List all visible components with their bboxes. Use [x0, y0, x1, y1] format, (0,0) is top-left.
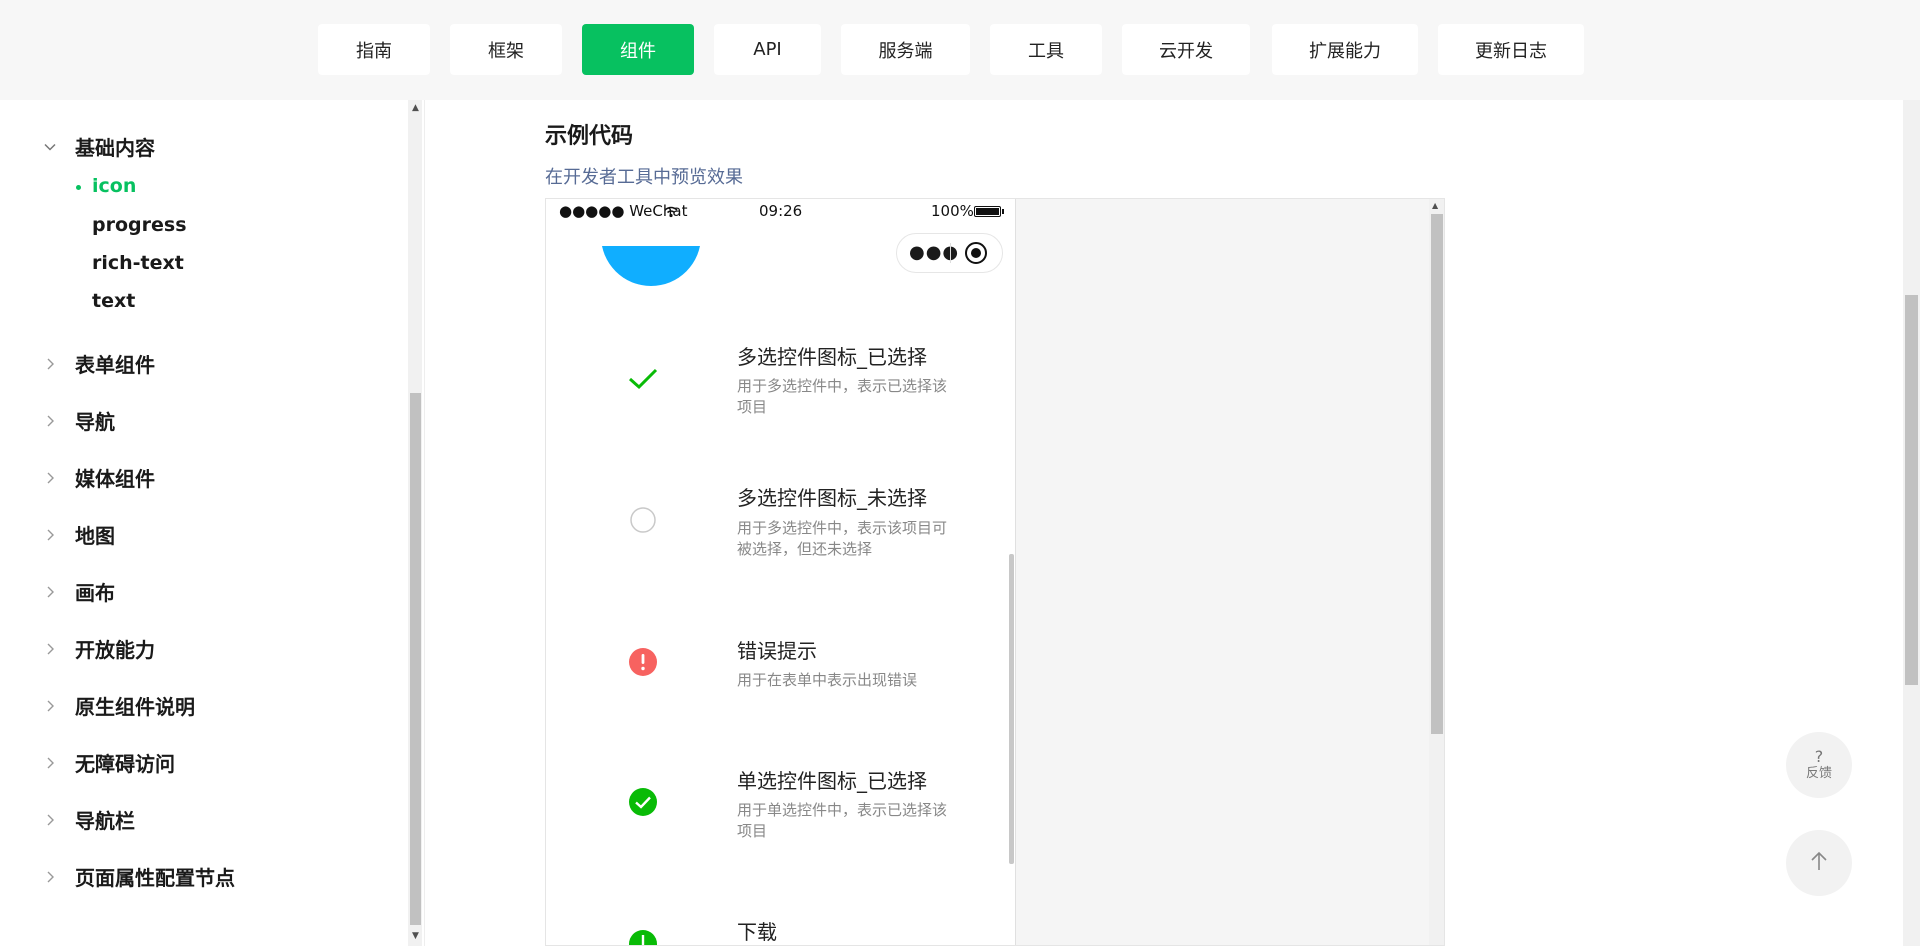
chevron-right-icon — [42, 869, 58, 885]
chevron-right-icon — [42, 356, 58, 372]
chevron-right-icon — [42, 812, 58, 828]
sidebar-group-open-ability[interactable]: 开放能力 — [42, 634, 155, 663]
sidebar-group-label: 画布 — [75, 581, 115, 605]
capsule-divider — [950, 243, 951, 263]
sidebar-item-rich-text[interactable]: rich-text — [92, 252, 184, 274]
sidebar-group-media[interactable]: 媒体组件 — [42, 463, 155, 492]
scroll-up-arrow-icon[interactable]: ▲ — [410, 102, 421, 114]
sidebar-group-label: 页面属性配置节点 — [75, 866, 235, 890]
status-bar: ●●●●● WeChat 09:26 100% — [546, 199, 1015, 223]
sidebar-group-label: 媒体组件 — [75, 467, 155, 491]
wifi-icon — [664, 204, 678, 222]
row-title: 多选控件图标_未选择 — [737, 486, 927, 510]
phone-scrollbar-thumb[interactable] — [1009, 554, 1014, 864]
tab-server[interactable]: 服务端 — [841, 24, 970, 75]
tab-guide[interactable]: 指南 — [318, 24, 430, 75]
feedback-button[interactable]: ? 反馈 — [1786, 732, 1852, 798]
sidebar-group-basic-content[interactable]: 基础内容 — [42, 132, 155, 161]
sidebar-group-label: 无障碍访问 — [75, 752, 175, 776]
sidebar-group-form[interactable]: 表单组件 — [42, 349, 155, 378]
sidebar-item-progress[interactable]: progress — [92, 214, 187, 236]
demo-frame: ●●●●● WeChat 09:26 100% ●●● 多选控件图标_已选择 用… — [545, 198, 1445, 946]
sidebar-group-page-meta[interactable]: 页面属性配置节点 — [42, 862, 235, 891]
arrow-up-icon — [1809, 850, 1829, 876]
tab-framework[interactable]: 框架 — [450, 24, 562, 75]
sidebar-group-navigation-bar[interactable]: 导航栏 — [42, 805, 135, 834]
sidebar-scrollbar-thumb[interactable] — [410, 393, 421, 925]
demo-scrollbar-thumb[interactable] — [1431, 214, 1443, 734]
warn-icon — [628, 647, 658, 677]
page-scrollbar-thumb[interactable] — [1905, 295, 1918, 685]
record-icon[interactable] — [965, 242, 987, 264]
back-to-top-button[interactable] — [1786, 830, 1852, 896]
battery-icon — [974, 206, 1001, 217]
section-title: 示例代码 — [545, 124, 634, 149]
sidebar-group-accessibility[interactable]: 无障碍访问 — [42, 748, 175, 777]
chevron-right-icon — [42, 413, 58, 429]
scroll-up-arrow-icon[interactable]: ▲ — [1432, 201, 1438, 210]
sidebar-group-label: 导航 — [75, 410, 115, 434]
scroll-down-arrow-icon[interactable]: ▼ — [410, 930, 421, 942]
chevron-right-icon — [42, 641, 58, 657]
tab-api[interactable]: API — [714, 24, 821, 75]
row-desc: 用于单选控件中，表示已选择该项目 — [737, 801, 948, 840]
chevron-right-icon — [42, 698, 58, 714]
sidebar-group-label: 地图 — [75, 524, 115, 548]
download-icon — [628, 929, 658, 945]
row-desc: 用于在表单中表示出现错误 — [737, 671, 918, 689]
sidebar-item-text[interactable]: text — [92, 290, 135, 312]
sidebar-group-label: 表单组件 — [75, 353, 155, 377]
preview-in-devtools-link[interactable]: 在开发者工具中预览效果 — [545, 163, 743, 189]
help-icon: ? — [1814, 747, 1824, 766]
sidebar-group-native-component[interactable]: 原生组件说明 — [42, 691, 195, 720]
tab-components[interactable]: 组件 — [582, 24, 694, 75]
tab-cloud-dev[interactable]: 云开发 — [1122, 24, 1250, 75]
circle-icon — [628, 505, 658, 535]
row-title: 下载 — [737, 920, 777, 944]
chevron-right-icon — [42, 584, 58, 600]
tab-extensions[interactable]: 扩展能力 — [1272, 24, 1418, 75]
mini-program-capsule: ●●● — [896, 233, 1003, 273]
sidebar-group-navigation[interactable]: 导航 — [42, 406, 115, 435]
row-title: 单选控件图标_已选择 — [737, 769, 927, 793]
sidebar-group-label: 导航栏 — [75, 809, 135, 833]
more-dots-icon[interactable]: ●●● — [909, 244, 959, 262]
tab-changelog[interactable]: 更新日志 — [1438, 24, 1584, 75]
top-nav: 指南 框架 组件 API 服务端 工具 云开发 扩展能力 更新日志 — [0, 0, 1920, 100]
tab-tools[interactable]: 工具 — [990, 24, 1102, 75]
success-no-circle-icon — [628, 364, 658, 394]
row-desc: 用于多选控件中，表示该项目可被选择，但还未选择 — [737, 519, 948, 558]
sidebar-group-map[interactable]: 地图 — [42, 520, 115, 549]
chevron-right-icon — [42, 755, 58, 771]
status-time: 09:26 — [759, 202, 803, 220]
sidebar-item-label: icon — [92, 175, 137, 197]
sidebar-group-label: 原生组件说明 — [75, 695, 195, 719]
sidebar-group-label: 基础内容 — [75, 136, 155, 160]
sidebar-group-label: 开放能力 — [75, 638, 155, 662]
row-title: 错误提示 — [737, 639, 817, 663]
chevron-right-icon — [42, 470, 58, 486]
feedback-label: 反馈 — [1805, 766, 1832, 781]
phone-preview: ●●●●● WeChat 09:26 100% ●●● 多选控件图标_已选择 用… — [546, 199, 1016, 945]
chevron-down-icon — [42, 139, 58, 155]
success-icon — [628, 787, 658, 817]
sidebar-group-canvas[interactable]: 画布 — [42, 577, 115, 606]
chevron-right-icon — [42, 527, 58, 543]
battery-percent: 100% — [931, 202, 974, 220]
active-dot — [76, 185, 81, 190]
row-title: 多选控件图标_已选择 — [737, 345, 927, 369]
row-desc: 用于多选控件中，表示已选择该项目 — [737, 377, 948, 416]
battery-tip — [1002, 209, 1004, 214]
sidebar-item-icon[interactable]: icon — [76, 175, 137, 197]
